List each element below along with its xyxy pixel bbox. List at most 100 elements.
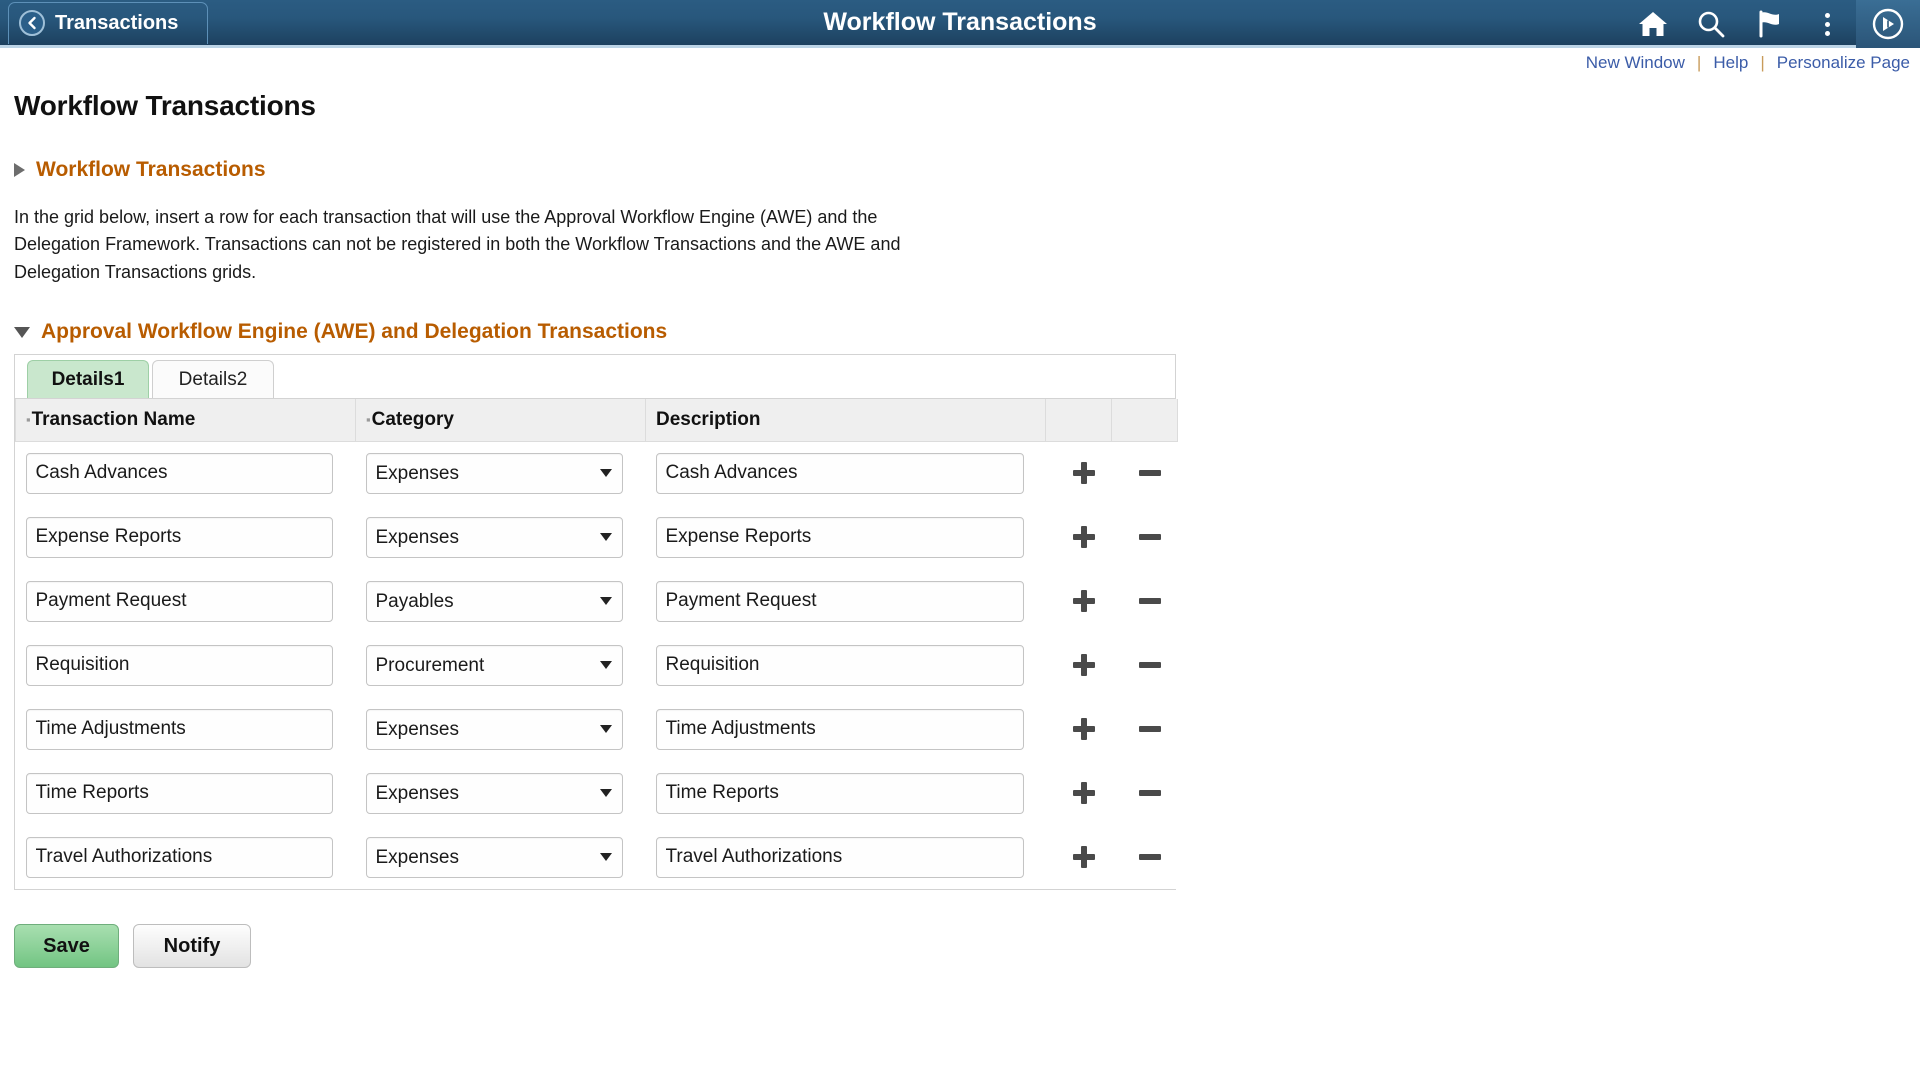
app-header-bar: Transactions Workflow Transactions xyxy=(0,0,1920,48)
back-button-label: Transactions xyxy=(55,11,179,34)
description-input[interactable] xyxy=(655,452,1024,494)
cell-add-row xyxy=(1045,697,1112,762)
notify-button[interactable]: Notify xyxy=(133,924,251,969)
cell-add-row xyxy=(1045,569,1112,634)
search-icon[interactable] xyxy=(1682,0,1740,48)
transaction-name-input[interactable] xyxy=(25,708,333,750)
table-header-row: ▪Transaction Name ▪Category Description xyxy=(15,399,1178,442)
transaction-name-input[interactable] xyxy=(25,772,333,814)
add-row-button[interactable] xyxy=(1064,581,1104,621)
home-icon[interactable] xyxy=(1624,0,1682,48)
table-row: ExpensesPayablesProcurement xyxy=(15,761,1178,826)
category-select[interactable]: ExpensesPayablesProcurement xyxy=(365,516,623,558)
category-select[interactable]: ExpensesPayablesProcurement xyxy=(365,708,623,750)
cell-transaction-name xyxy=(15,633,356,698)
header-icon-group xyxy=(1624,0,1920,48)
category-select[interactable]: ExpensesPayablesProcurement xyxy=(365,836,623,878)
category-select[interactable]: ExpensesPayablesProcurement xyxy=(365,580,623,622)
page-title: Workflow Transactions xyxy=(14,90,316,121)
transaction-name-input[interactable] xyxy=(25,516,333,558)
add-row-button[interactable] xyxy=(1064,645,1104,685)
plus-icon xyxy=(1072,590,1095,613)
cell-delete-row xyxy=(1111,569,1178,634)
help-link[interactable]: Help xyxy=(1703,53,1758,73)
cell-category: ExpensesPayablesProcurement xyxy=(355,825,646,890)
tab-details2[interactable]: Details2 xyxy=(152,360,274,399)
awe-transactions-grid: Details1 Details2 ▪Transaction Name ▪Cat… xyxy=(14,354,1178,891)
cell-transaction-name xyxy=(15,505,356,570)
delete-row-button[interactable] xyxy=(1130,837,1170,877)
category-select-wrapper: ExpensesPayablesProcurement xyxy=(365,708,623,750)
utility-links-bar: New Window | Help | Personalize Page xyxy=(0,48,1920,78)
transaction-name-input[interactable] xyxy=(25,644,333,686)
description-input[interactable] xyxy=(655,836,1024,878)
category-select-wrapper: ExpensesPayablesProcurement xyxy=(365,836,623,878)
delete-row-button[interactable] xyxy=(1130,709,1170,749)
cell-add-row xyxy=(1045,761,1112,826)
plus-icon xyxy=(1072,718,1095,741)
flag-icon[interactable] xyxy=(1740,0,1798,48)
add-row-button[interactable] xyxy=(1064,773,1104,813)
transaction-name-input[interactable] xyxy=(25,452,333,494)
column-header-add xyxy=(1045,399,1112,442)
description-input[interactable] xyxy=(655,772,1024,814)
cell-description xyxy=(645,505,1046,570)
cell-delete-row xyxy=(1111,505,1178,570)
cell-transaction-name xyxy=(15,825,356,890)
delete-row-button[interactable] xyxy=(1130,645,1170,685)
intro-paragraph: In the grid below, insert a row for each… xyxy=(14,207,901,282)
cell-description xyxy=(645,569,1046,634)
back-to-transactions-button[interactable]: Transactions xyxy=(8,1,208,44)
required-marker-category: ▪ xyxy=(366,412,371,428)
description-input[interactable] xyxy=(655,708,1024,750)
table-row: ExpensesPayablesProcurement xyxy=(15,505,1178,570)
table-row: ExpensesPayablesProcurement xyxy=(15,633,1178,698)
delete-row-button[interactable] xyxy=(1130,517,1170,557)
tab-details1[interactable]: Details1 xyxy=(27,360,149,399)
transaction-name-input[interactable] xyxy=(25,580,333,622)
plus-icon xyxy=(1072,526,1095,549)
footer-button-group: Save Notify xyxy=(14,924,1920,969)
add-row-button[interactable] xyxy=(1064,453,1104,493)
table-row: ExpensesPayablesProcurement xyxy=(15,825,1178,890)
personalize-page-link[interactable]: Personalize Page xyxy=(1767,53,1920,73)
cell-category: ExpensesPayablesProcurement xyxy=(355,441,646,506)
plus-icon xyxy=(1072,654,1095,677)
category-select-wrapper: ExpensesPayablesProcurement xyxy=(365,516,623,558)
awe-section: Approval Workflow Engine (AWE) and Deleg… xyxy=(14,320,1920,891)
category-select-wrapper: ExpensesPayablesProcurement xyxy=(365,580,623,622)
link-separator-1: | xyxy=(1696,53,1702,72)
minus-icon xyxy=(1138,534,1161,541)
cell-add-row xyxy=(1045,825,1112,890)
page-body: Workflow Transactions Workflow Transacti… xyxy=(0,90,1920,969)
three-dot-menu-icon[interactable] xyxy=(1798,0,1856,48)
delete-row-button[interactable] xyxy=(1130,581,1170,621)
minus-icon xyxy=(1138,790,1161,797)
workflow-transactions-section-toggle[interactable]: Workflow Transactions xyxy=(14,158,1920,182)
add-row-button[interactable] xyxy=(1064,517,1104,557)
cell-add-row xyxy=(1045,441,1112,506)
delete-row-button[interactable] xyxy=(1130,773,1170,813)
table-row: ExpensesPayablesProcurement xyxy=(15,441,1178,506)
cell-delete-row xyxy=(1111,441,1178,506)
category-select[interactable]: ExpensesPayablesProcurement xyxy=(365,772,623,814)
cell-description xyxy=(645,761,1046,826)
description-input[interactable] xyxy=(655,644,1024,686)
category-select[interactable]: ExpensesPayablesProcurement xyxy=(365,644,623,686)
description-input[interactable] xyxy=(655,580,1024,622)
plus-icon xyxy=(1072,846,1095,869)
delete-row-button[interactable] xyxy=(1130,453,1170,493)
description-input[interactable] xyxy=(655,516,1024,558)
category-select[interactable]: ExpensesPayablesProcurement xyxy=(365,452,623,494)
awe-section-toggle[interactable]: Approval Workflow Engine (AWE) and Deleg… xyxy=(14,320,1920,344)
cell-transaction-name xyxy=(15,569,356,634)
column-header-transaction-name: ▪Transaction Name xyxy=(15,399,356,442)
save-button[interactable]: Save xyxy=(14,924,119,969)
new-window-link[interactable]: New Window xyxy=(1576,53,1695,73)
add-row-button[interactable] xyxy=(1064,709,1104,749)
plus-icon xyxy=(1072,782,1095,805)
navbar-compass-icon[interactable] xyxy=(1856,0,1920,48)
add-row-button[interactable] xyxy=(1064,837,1104,877)
transaction-name-input[interactable] xyxy=(25,836,333,878)
minus-icon xyxy=(1138,470,1161,477)
